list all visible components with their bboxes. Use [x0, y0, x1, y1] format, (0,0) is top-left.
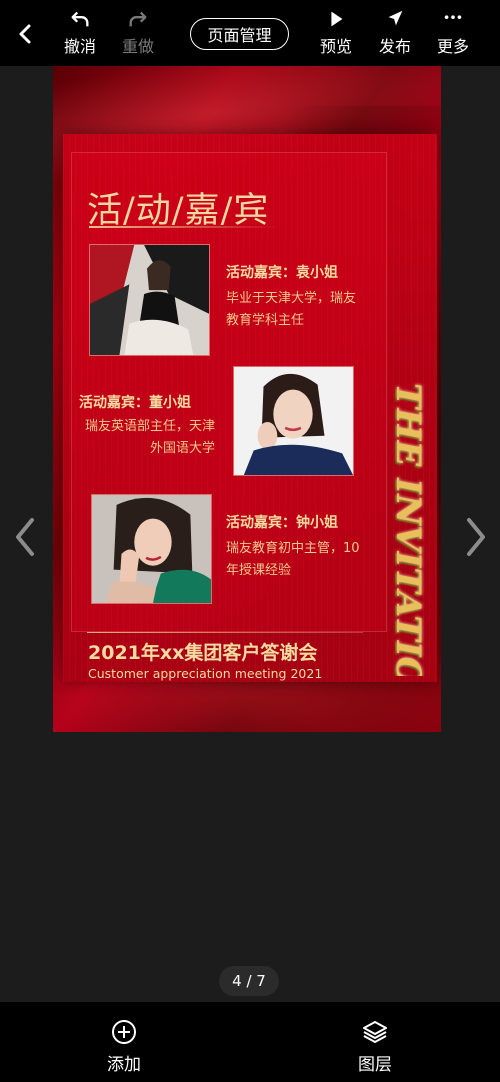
redo-button[interactable]: 重做 [122, 8, 154, 57]
bottom-toolbar: 添加 图层 [0, 1002, 500, 1082]
page-indicator: 4 / 7 [219, 966, 279, 996]
more-button[interactable]: 更多 [437, 8, 469, 57]
guest-photo-3[interactable] [91, 494, 212, 604]
undo-button[interactable]: 撤消 [64, 8, 96, 57]
more-label: 更多 [437, 37, 470, 56]
back-arrow-icon[interactable] [14, 22, 38, 46]
next-page-arrow-icon[interactable] [463, 516, 489, 558]
undo-label: 撤消 [64, 37, 97, 56]
add-button[interactable]: 添加 [107, 1018, 141, 1075]
event-divider [87, 632, 363, 633]
guest-photo-2[interactable] [233, 366, 354, 476]
send-icon [388, 10, 403, 26]
page-indicator-text: 4 / 7 [232, 972, 266, 990]
page-manage-label: 页面管理 [207, 26, 272, 45]
event-subtitle[interactable]: Customer appreciation meeting 2021 [88, 666, 322, 681]
guest-name-1[interactable]: 活动嘉宾：袁小姐 [226, 262, 338, 282]
publish-button[interactable]: 发布 [379, 8, 411, 57]
guest-desc-3[interactable]: 瑞友教育初中主管，10年授课经验 [226, 538, 362, 582]
guest-name-2[interactable]: 活动嘉宾：董小姐 [79, 392, 191, 412]
title-underline [89, 226, 279, 228]
undo-icon [71, 11, 89, 27]
guest-photo-1[interactable] [89, 244, 210, 356]
publish-label: 发布 [379, 37, 412, 56]
preview-button[interactable]: 预览 [320, 8, 352, 57]
preview-label: 预览 [320, 37, 353, 56]
page-manage-button[interactable]: 页面管理 [190, 18, 289, 50]
top-toolbar: 撤消 重做 页面管理 预览 发布 更多 [0, 0, 500, 66]
invitation-text-art[interactable]: THE INVITATION [385, 376, 431, 676]
event-title[interactable]: 2021年xx集团客户答谢会 [88, 638, 317, 665]
play-icon [331, 11, 343, 27]
previous-page-arrow-icon[interactable] [12, 516, 38, 558]
add-circle-icon [112, 1020, 136, 1044]
more-dots-icon [444, 15, 462, 19]
invitation-text: THE INVITATION [388, 383, 428, 676]
layers-icon [363, 1021, 387, 1043]
guest-name-3[interactable]: 活动嘉宾：钟小姐 [226, 512, 338, 532]
layers-label: 图层 [358, 1055, 392, 1075]
layers-button[interactable]: 图层 [358, 1018, 392, 1075]
redo-label: 重做 [122, 37, 155, 56]
guest-desc-1[interactable]: 毕业于天津大学，瑞友教育学科主任 [226, 288, 358, 332]
add-label: 添加 [107, 1055, 141, 1075]
poster-canvas[interactable]: THE INVITATION 活/动/嘉/宾 活动嘉宾：袁小姐 毕业于天津大学，… [53, 66, 441, 732]
redo-icon [129, 11, 147, 27]
guest-desc-2[interactable]: 瑞友英语部主任，天津外国语大学 [79, 416, 215, 460]
